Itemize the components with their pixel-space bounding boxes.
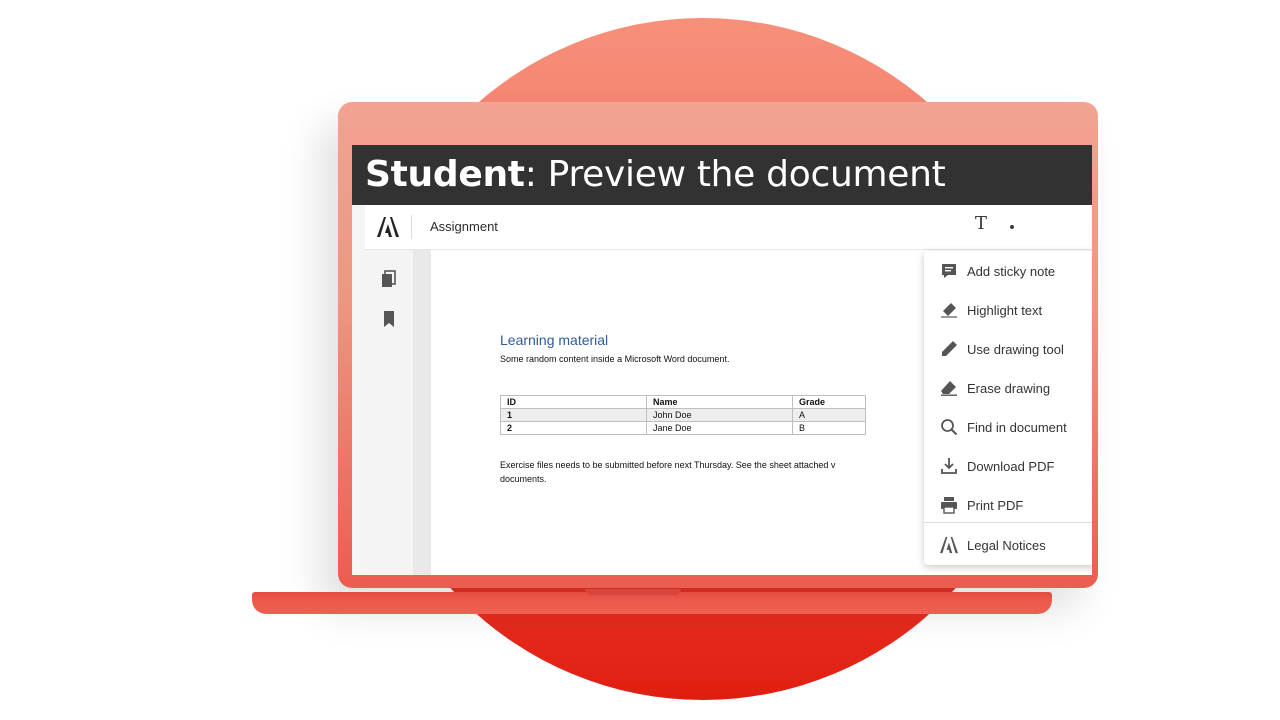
document-title: Assignment xyxy=(430,219,498,234)
toolbar-divider xyxy=(411,215,412,239)
table-row: 2 Jane Doe B xyxy=(500,421,866,435)
banner-title: Student: Preview the document xyxy=(365,154,946,195)
menu-item-label: Legal Notices xyxy=(967,538,1046,553)
eraser-icon xyxy=(941,381,957,396)
adobe-logo-icon xyxy=(377,217,399,237)
menu-item-highlight-text[interactable]: Highlight text xyxy=(924,292,1092,328)
highlighter-icon xyxy=(941,303,957,318)
table-header-cell: Name xyxy=(646,395,793,409)
document-subtext: Some random content inside a Microsoft W… xyxy=(500,354,730,364)
menu-item-label: Add sticky note xyxy=(967,264,1056,279)
search-icon xyxy=(941,419,958,436)
document-heading: Learning material xyxy=(500,332,609,348)
document-table: ID Name Grade 1 John Doe A 2 Jane Doe B xyxy=(500,395,866,435)
table-cell: John Doe xyxy=(646,408,793,422)
more-menu-button[interactable] xyxy=(1010,225,1014,229)
banner: Student: Preview the document xyxy=(352,145,1092,205)
table-header-cell: Grade xyxy=(792,395,866,409)
menu-item-find-in-document[interactable]: Find in document xyxy=(924,409,1092,445)
menu-item-erase-drawing[interactable]: Erase drawing xyxy=(924,370,1092,406)
menu-item-use-drawing-tool[interactable]: Use drawing tool xyxy=(924,331,1092,367)
laptop-base xyxy=(252,592,1052,614)
toolbar: Assignment T xyxy=(365,205,1092,250)
menu-item-label: Download PDF xyxy=(967,459,1055,474)
left-rail xyxy=(365,250,414,575)
print-icon xyxy=(941,497,957,514)
menu-item-label: Erase drawing xyxy=(967,381,1051,396)
laptop-notch xyxy=(585,589,681,595)
adobe-logo-icon xyxy=(940,536,958,554)
banner-title-rest: : Preview the document xyxy=(524,154,946,195)
menu-separator xyxy=(924,522,1092,523)
menu-item-download-pdf[interactable]: Download PDF xyxy=(924,448,1092,484)
menu-item-label: Use drawing tool xyxy=(967,342,1064,357)
menu-item-label: Highlight text xyxy=(967,303,1043,318)
table-row: 1 John Doe A xyxy=(500,408,866,422)
menu-item-print-pdf[interactable]: Print PDF xyxy=(924,487,1092,523)
sticky-note-icon xyxy=(942,264,956,278)
menu-item-label: Find in document xyxy=(967,420,1067,435)
menu-item-label: Print PDF xyxy=(967,498,1024,513)
document-page: Learning material Some random content in… xyxy=(431,250,1092,575)
document-note: Exercise files needs to be submitted bef… xyxy=(500,460,836,484)
table-cell: A xyxy=(792,408,866,422)
table-cell: 1 xyxy=(500,408,647,422)
page-gutter xyxy=(413,250,431,575)
laptop-screen: Student: Preview the document Assignment… xyxy=(352,145,1092,575)
table-cell: Jane Doe xyxy=(646,421,793,435)
table-cell: B xyxy=(792,421,866,435)
pencil-icon xyxy=(942,341,957,356)
menu-item-legal-notices[interactable]: Legal Notices xyxy=(924,527,1092,563)
table-cell: 2 xyxy=(500,421,647,435)
menu-item-add-sticky-note[interactable]: Add sticky note xyxy=(924,253,1092,289)
table-header-row: ID Name Grade xyxy=(500,395,866,409)
banner-title-bold: Student xyxy=(365,154,525,195)
pages-icon[interactable] xyxy=(380,270,398,288)
text-tool-button[interactable]: T xyxy=(975,213,987,234)
pdf-viewer: Assignment T Learning material Some rand… xyxy=(365,205,1092,575)
table-header-cell: ID xyxy=(500,395,647,409)
more-menu: Add sticky note Highlight text Use drawi… xyxy=(924,251,1092,565)
download-icon xyxy=(941,458,957,474)
bookmark-icon[interactable] xyxy=(380,310,398,328)
